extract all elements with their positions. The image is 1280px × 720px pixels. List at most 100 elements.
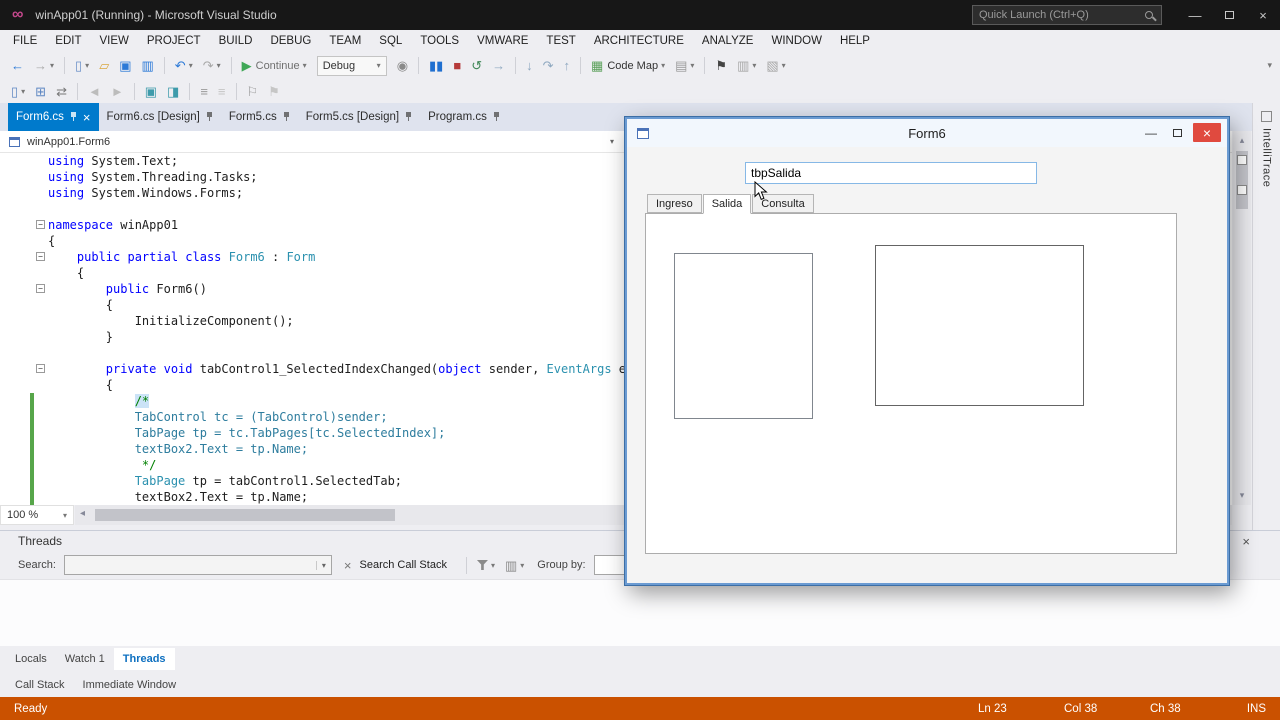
minimize-button[interactable]: — [1178, 0, 1212, 30]
menu-vmware[interactable]: VMWARE [468, 32, 537, 50]
menu-help[interactable]: HELP [831, 32, 879, 50]
collapse-region-icon[interactable]: − [36, 252, 45, 261]
stop-debugging-icon[interactable]: ■ [448, 55, 466, 77]
form-panel[interactable] [875, 245, 1084, 406]
tab-intellitrace[interactable]: IntelliTrace [1253, 103, 1280, 187]
menu-tools[interactable]: TOOLS [411, 32, 468, 50]
menu-architecture[interactable]: ARCHITECTURE [585, 32, 693, 50]
debug-target-combo[interactable]: Debug ▾ [316, 55, 387, 76]
form-minimize-button[interactable]: — [1139, 123, 1163, 142]
display-method-icon[interactable]: ▣ [140, 80, 162, 102]
search-call-stack-toggle[interactable]: Search Call Stack [360, 559, 447, 571]
tab-watch-1[interactable]: Watch 1 [56, 648, 114, 670]
watch-window-icon[interactable]: ▧ ▾ [761, 55, 790, 77]
doc-tab-form5-cs-design[interactable]: Form5.cs [Design] [298, 103, 420, 131]
pin-icon[interactable] [283, 112, 290, 122]
intellitrace-events-icon[interactable]: ▥ ▾ [732, 55, 761, 77]
menu-file[interactable]: FILE [4, 32, 46, 50]
new-file-icon[interactable]: ▯ ▾ [70, 55, 94, 77]
code-map-icon[interactable]: ▦ Code Map ▾ [586, 55, 670, 77]
quick-launch-box[interactable]: Quick Launch (Ctrl+Q) [972, 5, 1162, 25]
menu-debug[interactable]: DEBUG [261, 32, 320, 50]
tab-threads[interactable]: Threads [113, 648, 175, 670]
nav-forward-icon[interactable]: → ▾ [29, 55, 59, 77]
collapse-region-icon[interactable]: − [36, 284, 45, 293]
form6-title-bar[interactable]: Form6 — × [627, 119, 1227, 147]
pin-icon[interactable] [405, 112, 412, 122]
step-into-icon[interactable]: ↓ [521, 55, 538, 77]
restart-icon[interactable]: ↺ [466, 55, 487, 77]
tab-immediate-window[interactable]: Immediate Window [74, 674, 186, 696]
doc-tab-form6-cs-design[interactable]: Form6.cs [Design] [99, 103, 221, 131]
step-over-icon[interactable]: ↷ [538, 55, 559, 77]
close-panel-icon[interactable]: × [1242, 535, 1250, 548]
step-out-icon[interactable]: ↑ [559, 55, 576, 77]
pin-icon[interactable] [70, 112, 77, 122]
menu-window[interactable]: WINDOW [762, 32, 830, 50]
undo-icon[interactable]: ↶ ▾ [170, 55, 198, 77]
zoom-control[interactable]: 100 % ▾ [0, 505, 74, 525]
menu-test[interactable]: TEST [537, 32, 584, 50]
horizontal-scrollbar-thumb[interactable] [95, 509, 395, 521]
doc-tab-program-cs[interactable]: Program.cs [420, 103, 508, 131]
doc-tab-form5-cs[interactable]: Form5.cs [221, 103, 298, 131]
menu-analyze[interactable]: ANALYZE [693, 32, 763, 50]
tab-call-stack[interactable]: Call Stack [6, 674, 74, 696]
pin-icon[interactable] [493, 112, 500, 122]
open-file-icon[interactable]: ▱ [94, 55, 114, 77]
menu-view[interactable]: VIEW [91, 32, 138, 50]
new-item-icon[interactable]: ▯ ▾ [6, 80, 30, 102]
bookmark-icon[interactable]: ⚐ [242, 80, 264, 102]
chevron-down-icon[interactable]: ▾ [610, 137, 614, 146]
doc-tab-form6-cs[interactable]: Form6.cs × [8, 103, 99, 131]
menu-build[interactable]: BUILD [210, 32, 262, 50]
close-button[interactable]: × [1246, 0, 1280, 30]
menu-sql[interactable]: SQL [370, 32, 411, 50]
save-icon[interactable]: ▣ [114, 55, 136, 77]
form6-window[interactable]: Form6 — × IngresoSalidaConsulta [625, 117, 1229, 585]
threads-list-area[interactable] [0, 579, 1280, 646]
scroll-left-icon[interactable]: ◂ [80, 508, 85, 519]
scroll-down-icon[interactable]: ▾ [1233, 490, 1251, 501]
vertical-scrollbar[interactable]: ▴ ▾ [1233, 131, 1251, 505]
menu-project[interactable]: PROJECT [138, 32, 210, 50]
next-bookmark-icon[interactable]: ⚑ [263, 80, 285, 102]
scroll-up-icon[interactable]: ▴ [1233, 135, 1251, 146]
continue-button[interactable]: ▶ Continue ▾ [237, 55, 312, 77]
comment-icon[interactable]: ≡ [195, 80, 213, 102]
filter-button[interactable]: ▾ [472, 560, 500, 570]
attach-process-icon[interactable]: ◉ [392, 55, 413, 77]
close-tab-icon[interactable]: × [83, 111, 91, 124]
form-tab-salida[interactable]: Salida [702, 194, 752, 214]
swap-view-icon[interactable]: ⇄ [51, 80, 72, 102]
pin-icon[interactable] [206, 112, 213, 122]
uncomment-icon[interactable]: ≡ [213, 80, 231, 102]
collapse-region-icon[interactable]: − [36, 364, 45, 373]
form-listbox[interactable] [674, 253, 813, 419]
break-all-icon[interactable]: ▮▮ [424, 55, 448, 77]
columns-button[interactable]: ▥ ▾ [500, 559, 529, 572]
display-field-icon[interactable]: ◨ [162, 80, 184, 102]
navigate-forward-icon[interactable]: ► [106, 80, 129, 102]
search-input[interactable] [64, 557, 316, 573]
breakpoint-flag-icon[interactable]: ⚑ [710, 55, 732, 77]
search-box[interactable]: ▾ [63, 555, 332, 575]
menu-edit[interactable]: EDIT [46, 32, 90, 50]
form-tab-ingreso[interactable]: Ingreso [647, 194, 702, 213]
nav-back-icon[interactable]: ← [6, 55, 29, 77]
menu-team[interactable]: TEAM [320, 32, 370, 50]
form-close-button[interactable]: × [1193, 123, 1221, 142]
form-maximize-button[interactable] [1165, 123, 1189, 142]
save-all-icon[interactable]: ▥ [136, 55, 158, 77]
navigate-back-icon[interactable]: ◄ [83, 80, 106, 102]
redo-icon[interactable]: ↷ ▾ [198, 55, 226, 77]
form-textbox[interactable] [745, 162, 1037, 184]
diagnostics-icon[interactable]: ▤ ▾ [670, 55, 699, 77]
chevron-down-icon[interactable]: ▾ [315, 560, 331, 570]
collapse-region-icon[interactable]: − [36, 220, 45, 229]
toolbar-overflow-icon[interactable]: ▾ [1267, 60, 1272, 71]
show-next-statement-icon[interactable]: → [487, 55, 510, 77]
clear-search-icon[interactable]: × [344, 559, 352, 572]
add-form-icon[interactable]: ⊞ [30, 80, 51, 102]
tab-locals[interactable]: Locals [6, 648, 56, 670]
